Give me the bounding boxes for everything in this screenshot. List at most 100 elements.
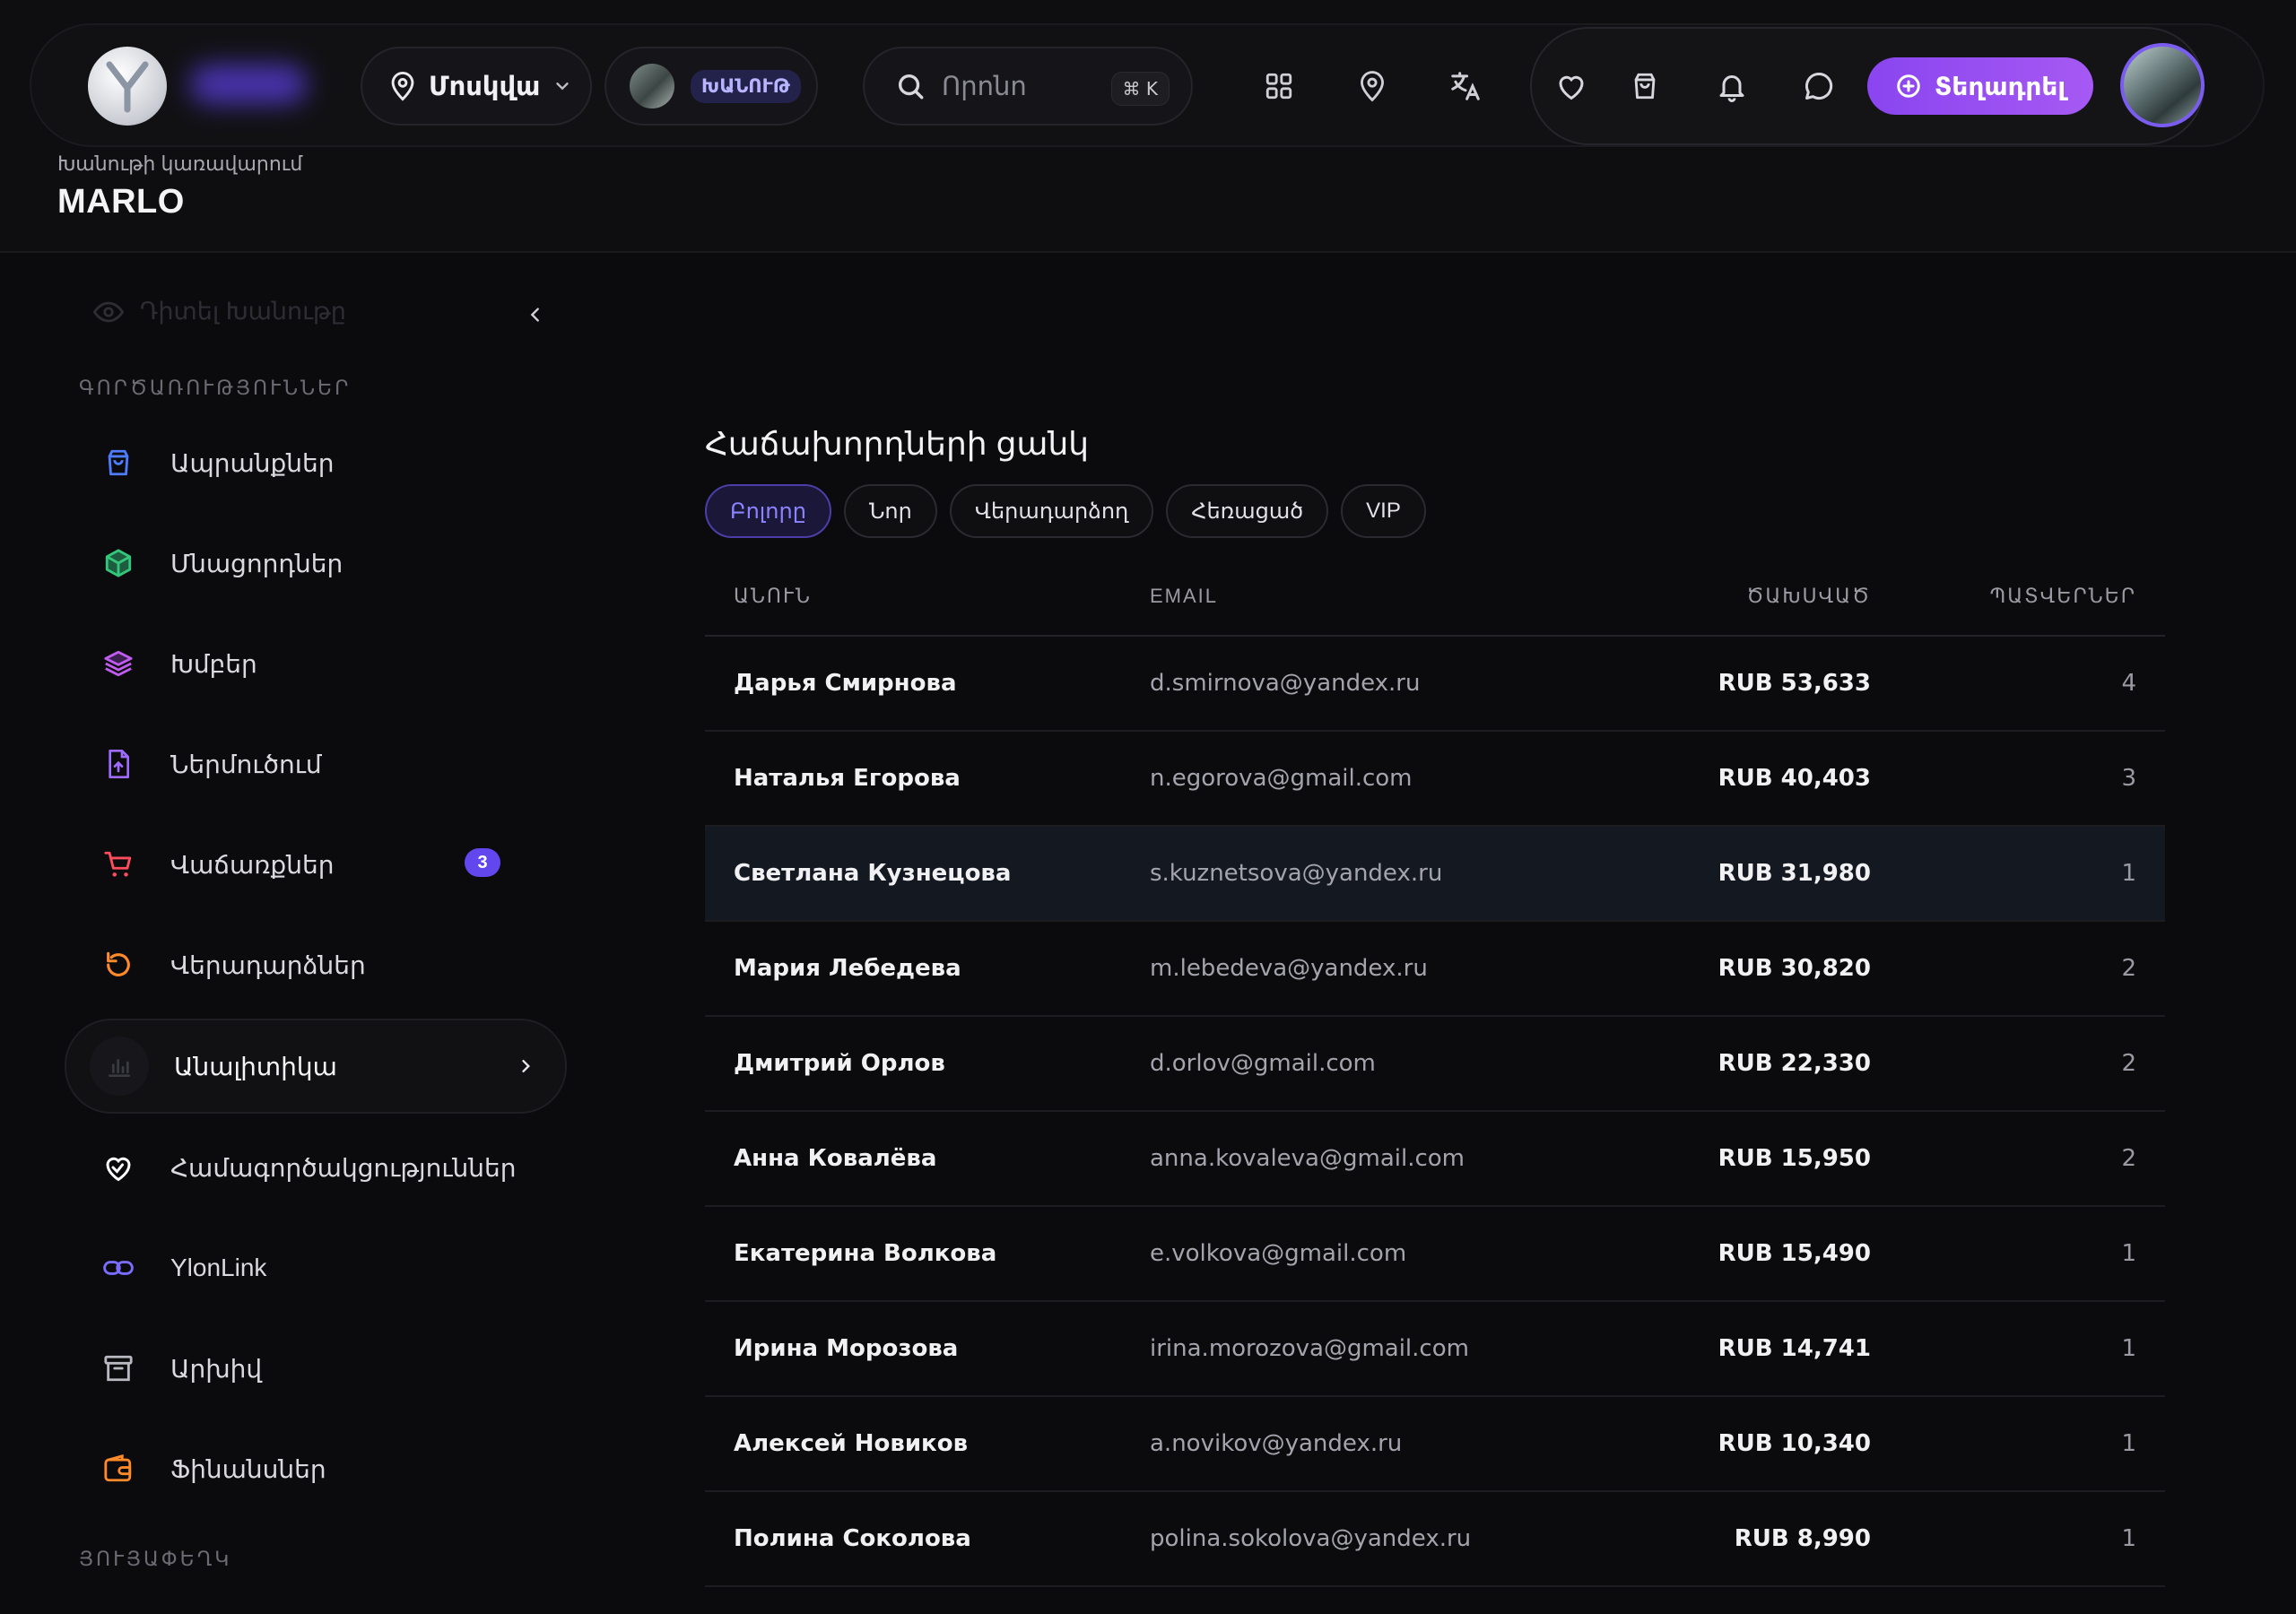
- location-pin-icon: [1361, 71, 1384, 102]
- apps-grid-button[interactable]: [1256, 63, 1302, 109]
- city-selector[interactable]: Մոսկվա: [361, 47, 592, 126]
- table-row[interactable]: Полина Соколова polina.sokolova@yandex.r…: [705, 1492, 2165, 1587]
- user-avatar[interactable]: [2120, 43, 2205, 127]
- translate-icon: [1451, 72, 1480, 100]
- shop-caption: Խանութի կառավարում: [57, 152, 303, 175]
- customer-orders: 1: [2121, 1240, 2136, 1267]
- heart-icon: [1559, 75, 1584, 100]
- publish-button[interactable]: Տեղադրել: [1867, 57, 2093, 115]
- sidebar-item-label: Վերադարձներ: [170, 950, 366, 979]
- map-button[interactable]: [1349, 63, 1396, 109]
- customer-orders: 1: [2121, 1525, 2136, 1552]
- publish-label: Տեղադրել: [1934, 72, 2066, 100]
- search-input[interactable]: Որոնո ⌘ K: [863, 47, 1193, 126]
- chat-bubble-icon: [1805, 72, 1833, 100]
- sidebar-item-groups[interactable]: Խմբեր: [66, 619, 565, 708]
- column-orders[interactable]: ՊԱՏՎԵՐՆԵՐ: [1990, 585, 2136, 608]
- customer-orders: 3: [2121, 765, 2136, 792]
- cart-button[interactable]: [1622, 63, 1668, 109]
- sidebar-item-analytics[interactable]: Անալիտիկա: [65, 1019, 567, 1114]
- shop-avatar: [630, 64, 674, 108]
- file-upload-icon: [100, 746, 136, 782]
- filter-returning[interactable]: Վերադարձող: [949, 484, 1154, 538]
- top-header: Մոսկվա ԽԱՆՈՒԹ Որոնո ⌘ K Տեղադրել Խանութի…: [0, 0, 2296, 253]
- customer-filter-tabs: Բոլորը Նոր Վերադարձող Հեռացած VIP: [705, 484, 1426, 538]
- customer-spent: RUB 30,820: [1718, 955, 1871, 982]
- sidebar-item-label: Համագործակցություններ: [170, 1153, 517, 1182]
- sidebar-item-finances[interactable]: Ֆինանսներ: [66, 1424, 565, 1514]
- table-row[interactable]: Дарья Смирнова d.smirnova@yandex.ru RUB …: [705, 637, 2165, 732]
- sidebar-item-label: YlonLink: [170, 1254, 267, 1281]
- column-email[interactable]: EMAIL: [1150, 585, 1218, 608]
- customer-email: d.orlov@gmail.com: [1150, 1050, 1376, 1077]
- shop-switcher[interactable]: ԽԱՆՈՒԹ: [604, 47, 818, 126]
- sidebar-item-ylonlink[interactable]: YlonLink: [66, 1223, 565, 1313]
- sidebar-item-import[interactable]: Ներմուծում: [66, 719, 565, 809]
- table-row[interactable]: Дмитрий Орлов d.orlov@gmail.com RUB 22,3…: [705, 1017, 2165, 1112]
- main-content: Հաճախորդների ցանկ Բոլորը Նոր Վերադարձող …: [610, 255, 2296, 1614]
- customer-name: Светлана Кузнецова: [734, 860, 1012, 887]
- plus-circle-icon: [1897, 74, 1920, 98]
- logo-y-icon: [106, 61, 149, 113]
- customer-spent: RUB 15,950: [1718, 1145, 1871, 1172]
- sidebar-item-stock[interactable]: Մնացորդներ: [66, 518, 565, 608]
- link-icon: [100, 1250, 136, 1286]
- table-row[interactable]: Мария Лебедева m.lebedeva@yandex.ru RUB …: [705, 922, 2165, 1017]
- sidebar-item-archive[interactable]: Արխիվ: [66, 1323, 565, 1413]
- customer-spent: RUB 53,633: [1718, 670, 1871, 697]
- customer-spent: RUB 8,990: [1734, 1525, 1871, 1552]
- sidebar-item-label: Ներմուծում: [170, 750, 322, 778]
- section-footer: ՅՈՒՅԱՓԵՂԿ: [79, 1548, 232, 1570]
- cube-icon: [100, 545, 136, 581]
- sidebar-item-collaborations[interactable]: Համագործակցություններ: [66, 1123, 565, 1212]
- sidebar-item-returns[interactable]: Վերադարձներ: [66, 920, 565, 1010]
- customer-name: Дмитрий Орлов: [734, 1050, 945, 1077]
- location-pin-icon: [391, 72, 414, 101]
- table-row[interactable]: Ирина Морозова irina.morozova@gmail.com …: [705, 1302, 2165, 1397]
- table-row[interactable]: Светлана Кузнецова s.kuznetsova@yandex.r…: [705, 827, 2165, 922]
- table-row[interactable]: Екатерина Волкова e.volkova@gmail.com RU…: [705, 1207, 2165, 1302]
- shopping-bag-icon: [1634, 73, 1656, 100]
- customer-email: irina.morozova@gmail.com: [1150, 1335, 1469, 1362]
- customer-name: Екатерина Волкова: [734, 1240, 997, 1267]
- favorites-button[interactable]: [1548, 63, 1595, 109]
- column-name[interactable]: ԱՆՈՒՆ: [734, 585, 812, 608]
- bell-icon: [1719, 75, 1744, 102]
- notifications-button[interactable]: [1709, 63, 1755, 109]
- sidebar-item-label: Ապրանքներ: [170, 448, 335, 477]
- table-row[interactable]: Наталья Егорова n.egorova@gmail.com RUB …: [705, 732, 2165, 827]
- sidebar-item-products[interactable]: Ապրանքներ: [66, 418, 565, 508]
- collapse-sidebar-button[interactable]: [520, 299, 551, 330]
- filter-churned[interactable]: Հեռացած: [1166, 484, 1329, 538]
- view-shop-link[interactable]: Դիտել Խանութը: [93, 298, 346, 325]
- search-placeholder: Որոնո: [942, 72, 1027, 101]
- filter-vip[interactable]: VIP: [1341, 484, 1426, 538]
- eye-icon: [93, 301, 124, 322]
- filter-new[interactable]: Նոր: [843, 484, 937, 538]
- sidebar-item-sales[interactable]: Վաճառքներ 3: [66, 820, 565, 909]
- table-row[interactable]: Алексей Новиков a.novikov@yandex.ru RUB …: [705, 1397, 2165, 1492]
- customer-name: Алексей Новиков: [734, 1430, 969, 1457]
- customer-orders: 2: [2121, 1145, 2136, 1172]
- shop-tag: ԽԱՆՈՒԹ: [691, 69, 801, 103]
- customer-spent: RUB 10,340: [1718, 1430, 1871, 1457]
- customer-email: n.egorova@gmail.com: [1150, 765, 1413, 792]
- sidebar: Դիտել Խանութը ԳՈՐԾԱՌՈՒԹՅՈՒՆՆԵՐ Ապրանքներ…: [0, 255, 610, 1614]
- cart-icon: [100, 846, 136, 882]
- table-row[interactable]: Анна Ковалёва anna.kovaleva@gmail.com RU…: [705, 1112, 2165, 1207]
- brand-blurred: [190, 65, 307, 104]
- column-spent[interactable]: ԾԱԽՍՎԱԾ: [1746, 585, 1871, 608]
- chevron-right-icon: [522, 1060, 530, 1072]
- language-button[interactable]: [1442, 63, 1489, 109]
- customer-spent: RUB 31,980: [1718, 860, 1871, 887]
- customer-orders: 1: [2121, 1335, 2136, 1362]
- view-shop-label: Դիտել Խանութը: [140, 298, 346, 325]
- sales-count-badge: 3: [465, 848, 500, 877]
- filter-all[interactable]: Բոլորը: [705, 484, 831, 538]
- customer-email: e.volkova@gmail.com: [1150, 1240, 1407, 1267]
- app-logo[interactable]: [88, 47, 167, 126]
- archive-icon: [100, 1350, 136, 1386]
- messages-button[interactable]: [1796, 63, 1842, 109]
- table-header: ԱՆՈՒՆ EMAIL ԾԱԽՍՎԱԾ ՊԱՏՎԵՐՆԵՐ: [705, 563, 2165, 637]
- customers-table: ԱՆՈՒՆ EMAIL ԾԱԽՍՎԱԾ ՊԱՏՎԵՐՆԵՐ Дарья Смир…: [705, 563, 2165, 1587]
